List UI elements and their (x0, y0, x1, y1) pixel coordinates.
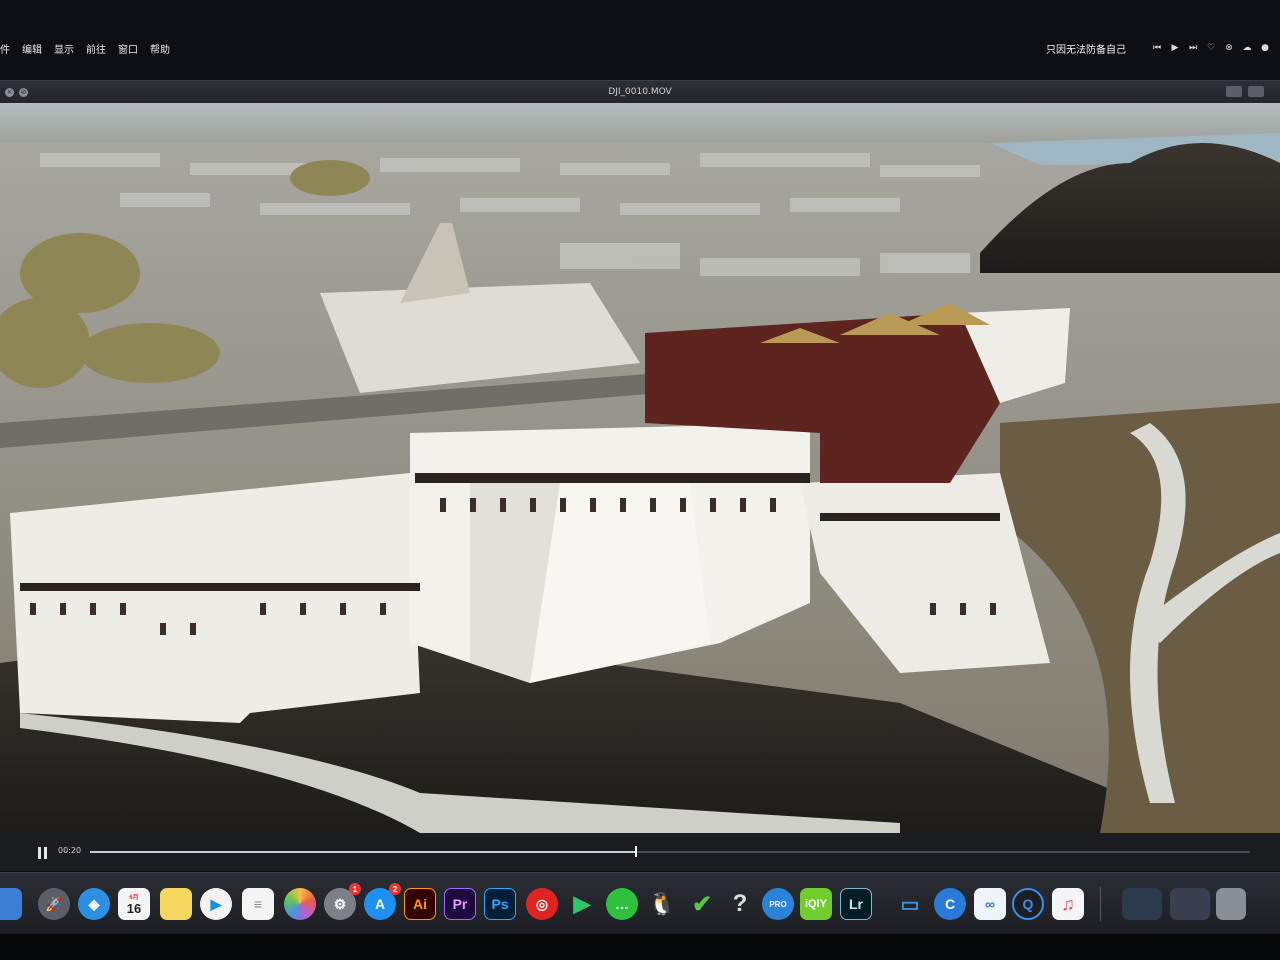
launchpad-icon[interactable]: 🚀 (38, 888, 70, 920)
menu-window[interactable]: 窗口 (118, 41, 138, 56)
cloud-icon[interactable]: ☁ (1242, 43, 1252, 53)
baidu-netdisk-icon[interactable]: ∞ (974, 888, 1006, 920)
safari-icon[interactable]: ◈ (78, 888, 110, 920)
music-icon[interactable]: ♫ (1052, 888, 1084, 920)
pro-player-icon[interactable]: PRO (762, 888, 794, 920)
fullscreen-button[interactable] (1248, 86, 1264, 97)
menu-edit[interactable]: 编辑 (22, 41, 42, 56)
notification-badge: 1 (349, 883, 361, 895)
play-icon[interactable]: ▶ (1170, 43, 1180, 53)
window-title: DJI_0010.MOV (608, 87, 672, 97)
dock-separator (1100, 887, 1101, 921)
iqiyi-icon[interactable]: iQIY (800, 888, 832, 920)
menu-file[interactable]: 件 (0, 41, 10, 56)
progress-track[interactable] (90, 851, 1250, 853)
reminders-icon[interactable]: ≡ (242, 888, 274, 920)
menu-help[interactable]: 帮助 (150, 41, 170, 56)
video-frame[interactable] (0, 103, 1280, 833)
downloads-folder-icon[interactable] (1122, 888, 1162, 920)
now-playing-text[interactable]: 只因无法防备自己 (1046, 41, 1126, 56)
documents-folder-icon[interactable] (1170, 888, 1210, 920)
photoshop-icon[interactable]: Ps (484, 888, 516, 920)
system-preferences-icon[interactable]: ⚙ 1 (324, 883, 361, 920)
window-titlebar: × ⊘ DJI_0010.MOV (0, 81, 1280, 103)
help-icon[interactable]: ? (724, 888, 756, 920)
wechat-icon[interactable]: … (606, 888, 638, 920)
menu-view[interactable]: 显示 (54, 41, 74, 56)
notes-icon[interactable] (160, 888, 192, 920)
next-track-icon[interactable]: ⏭ (1188, 43, 1198, 53)
netease-music-icon[interactable]: ◎ (526, 888, 558, 920)
illustrator-icon[interactable]: Ai (404, 888, 436, 920)
previous-track-icon[interactable]: ⏮ (1152, 43, 1162, 53)
desktop-screen: 件 编辑 显示 前往 窗口 帮助 只因无法防备自己 ⏮ ▶ ⏭ ♡ ⊗ ☁ ● … (0, 0, 1280, 960)
qq-icon[interactable]: 🐧 (646, 888, 678, 920)
heart-icon[interactable]: ♡ (1206, 43, 1216, 53)
video-player-window: × ⊘ DJI_0010.MOV 00:20 (0, 80, 1280, 871)
lightroom-icon[interactable]: Lr (840, 888, 872, 920)
lock-icon[interactable]: ● (1260, 43, 1270, 53)
premiere-pro-icon[interactable]: Pr (444, 888, 476, 920)
calendar-day: 16 (126, 901, 142, 916)
quicktime-icon[interactable]: Q (1012, 888, 1044, 920)
calendar-icon[interactable]: 6月 16 (118, 888, 150, 920)
tencent-video-icon[interactable]: ▶ (566, 888, 598, 920)
finder-icon[interactable] (0, 888, 22, 920)
app-store-icon[interactable]: A 2 (364, 883, 401, 920)
trash-icon[interactable] (1216, 888, 1246, 920)
video-app-icon[interactable]: ▶ (200, 888, 232, 920)
scrub-handle[interactable] (635, 846, 638, 857)
progress-fill (90, 851, 636, 853)
chrome-pro-icon[interactable]: C (934, 888, 966, 920)
elapsed-time: 00:20 (58, 846, 82, 855)
photos-icon[interactable] (284, 888, 316, 920)
checkmark-app-icon[interactable]: ✔ (686, 888, 718, 920)
share-button[interactable] (1226, 86, 1242, 97)
potala-palace-aerial-image (0, 103, 1280, 833)
calendar-month: 6月 (129, 895, 139, 901)
menu-bar: 件 编辑 显示 前往 窗口 帮助 只因无法防备自己 ⏮ ▶ ⏭ ♡ ⊗ ☁ ● (0, 36, 1280, 60)
menu-go[interactable]: 前往 (86, 41, 106, 56)
keynote-icon[interactable]: ▭ (894, 888, 926, 920)
close-icon[interactable]: ⊗ (1224, 43, 1234, 53)
playback-controls: 00:20 (0, 833, 1280, 871)
pause-button[interactable] (38, 847, 48, 859)
dock: 🚀 ◈ 6月 16 ▶ ≡ ⚙ 1 A 2 Ai Pr Ps ◎ ▶ … 🐧 ✔… (0, 872, 1280, 934)
notification-badge: 2 (389, 883, 401, 895)
